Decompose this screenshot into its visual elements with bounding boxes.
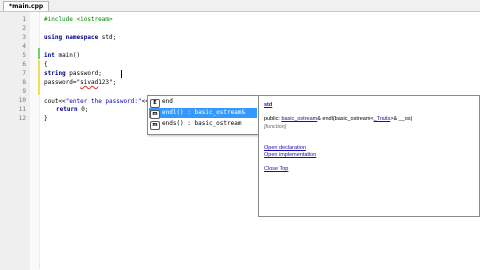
doc-category: [function] [264,124,287,130]
code-text: 123"; [98,79,117,86]
autocomplete-label: end [162,98,173,105]
line-number: 4 [22,43,26,50]
line-number-gutter: 1 2 3 4 5 6 7 8 9 10 11 12 [0,12,31,270]
code-line-5: int main() [44,51,80,60]
line-number: 11 [18,106,26,113]
code-line-6: { [44,60,48,69]
sig-text: public: [264,116,282,122]
include-directive: #include <iostream> [44,16,113,23]
doc-title-link[interactable]: std [264,102,272,108]
keyword: return [56,106,78,113]
keyword: int [44,52,55,59]
code-line-1: #include <iostream> [44,15,113,24]
line-number: 1 [22,16,26,23]
link-text[interactable]: Open implementation [264,152,316,158]
sig-text: >& __os) [390,116,413,122]
line-number: 8 [22,79,26,86]
code-text: password; [65,70,102,77]
doc-signature: public: basic_ostream& endl(basic_ostrea… [264,116,412,122]
code-line-12: } [44,114,48,123]
line-number: 5 [22,52,26,59]
autocomplete-item-endl[interactable]: m endl() : basic_ostream& [149,108,257,119]
line-number: 6 [22,61,26,68]
code-text: } [44,115,48,122]
documentation-panel: std public: basic_ostream& endl(basic_os… [258,95,480,217]
autocomplete-item-ends[interactable]: m ends() : basic_ostream [149,119,257,130]
keyword: string [44,70,66,77]
spell-error-word: sivad [80,79,99,86]
enum-icon: E [150,99,160,108]
code-line-8: password="sivad123"; [44,78,116,87]
link-text[interactable]: Close Top [264,166,288,172]
code-text: password=" [44,79,81,86]
line-number: 2 [22,25,26,32]
open-implementation-link[interactable]: Open implementation [264,152,316,158]
code-text: cout<< [44,98,66,105]
saved-change-marker [38,48,40,59]
ide-window: *main.cpp 1 2 3 4 5 6 7 8 9 10 11 12 #in… [0,0,480,270]
code-text: 0; [77,106,89,113]
keyword: using namespace [44,34,99,41]
code-text: main() [54,52,81,59]
sig-type-link[interactable]: basic_ostream [281,116,317,122]
doc-title[interactable]: std [264,102,272,108]
autocomplete-label: ends() : basic_ostream [162,120,242,127]
sig-text: & endl(basic_ostream< [317,116,374,122]
close-top-link[interactable]: Close Top [264,166,288,172]
editor-tab-bar: *main.cpp [0,0,480,12]
autocomplete-label: endl() : basic_ostream& [162,109,246,116]
code-line-7: string password; [44,69,102,78]
mouse-ibeam-cursor [121,70,122,78]
line-number: 9 [22,88,26,95]
line-number: 3 [22,34,26,41]
method-icon: m [150,121,160,130]
code-text: std; [98,34,117,41]
string-literal: "enter the password:" [65,98,142,105]
sig-traits-link[interactable]: _Traits [374,116,391,122]
method-icon: m [150,110,160,119]
autocomplete-item-end[interactable]: Eend [149,97,257,108]
code-text: { [44,61,48,68]
link-text[interactable]: Open declaration [264,145,306,151]
code-line-11: return 0; [56,105,89,114]
autocomplete-popup[interactable]: Eend m endl() : basic_ostream& m ends() : … [147,95,260,135]
line-number: 12 [18,115,26,122]
line-number: 7 [22,70,26,77]
line-number: 10 [18,97,26,104]
open-declaration-link[interactable]: Open declaration [264,145,306,151]
unsaved-change-marker [38,60,40,95]
code-line-3: using namespace std; [44,33,116,42]
